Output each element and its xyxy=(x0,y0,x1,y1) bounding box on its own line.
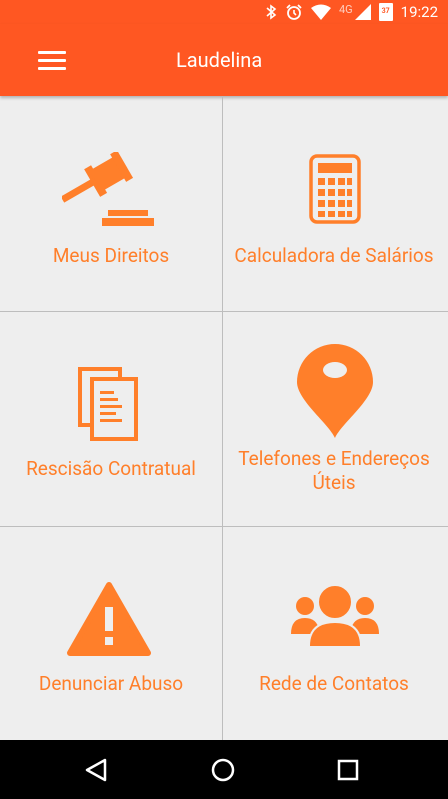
tile-telefones-e-enderecos-uteis[interactable]: Telefones e Endereços Úteis xyxy=(223,311,445,525)
tile-label: Calculadora de Salários xyxy=(234,244,434,267)
home-icon[interactable] xyxy=(203,754,243,786)
tile-label: Meus Direitos xyxy=(52,244,170,267)
battery-level: 37 xyxy=(381,7,390,15)
tile-label: Rede de Contatos xyxy=(259,672,409,695)
documents-icon xyxy=(78,367,138,441)
hamburger-menu-icon[interactable] xyxy=(30,47,74,75)
status-time: 19:22 xyxy=(400,3,438,21)
tile-label: Denunciar Abuso xyxy=(38,672,184,695)
recent-apps-icon[interactable] xyxy=(328,754,368,786)
app-title: Laudelina xyxy=(176,48,263,72)
back-icon[interactable] xyxy=(77,754,117,786)
alarm-icon xyxy=(286,4,302,20)
map-pin-icon xyxy=(297,344,373,438)
tile-rede-de-contatos[interactable]: Rede de Contatos xyxy=(223,526,445,740)
bluetooth-icon xyxy=(266,4,277,20)
tile-label: Telefones e Endereços xyxy=(238,447,430,470)
tile-denunciar-abuso[interactable]: Denunciar Abuso xyxy=(0,526,222,740)
tile-rescisao-contratual[interactable]: Rescisão Contratual xyxy=(0,311,222,525)
status-icons: 4G 37 19:22 xyxy=(265,0,438,24)
tile-calculadora-de-salarios[interactable]: Calculadora de Salários xyxy=(223,96,445,310)
tile-label-line2: Úteis xyxy=(312,471,356,494)
battery-icon: 37 xyxy=(378,3,393,21)
menu-grid: Meus Direitos Calculadora de Salários Re… xyxy=(0,96,448,740)
signal-icon xyxy=(354,4,371,20)
app-bar: Laudelina xyxy=(0,24,448,96)
navigation-bar xyxy=(0,740,448,799)
grid-divider-horizontal xyxy=(0,526,448,527)
network-type: 4G xyxy=(338,2,353,16)
wifi-icon xyxy=(310,4,331,20)
tile-meus-direitos[interactable]: Meus Direitos xyxy=(0,96,222,310)
tile-label: Rescisão Contratual xyxy=(26,457,196,480)
group-icon xyxy=(291,584,379,647)
grid-divider-vertical xyxy=(222,96,223,740)
calculator-icon xyxy=(309,154,361,224)
status-bar: 4G 37 19:22 xyxy=(0,0,448,24)
warning-icon xyxy=(67,582,151,656)
grid-divider-horizontal xyxy=(0,311,448,312)
gavel-icon xyxy=(62,152,154,226)
